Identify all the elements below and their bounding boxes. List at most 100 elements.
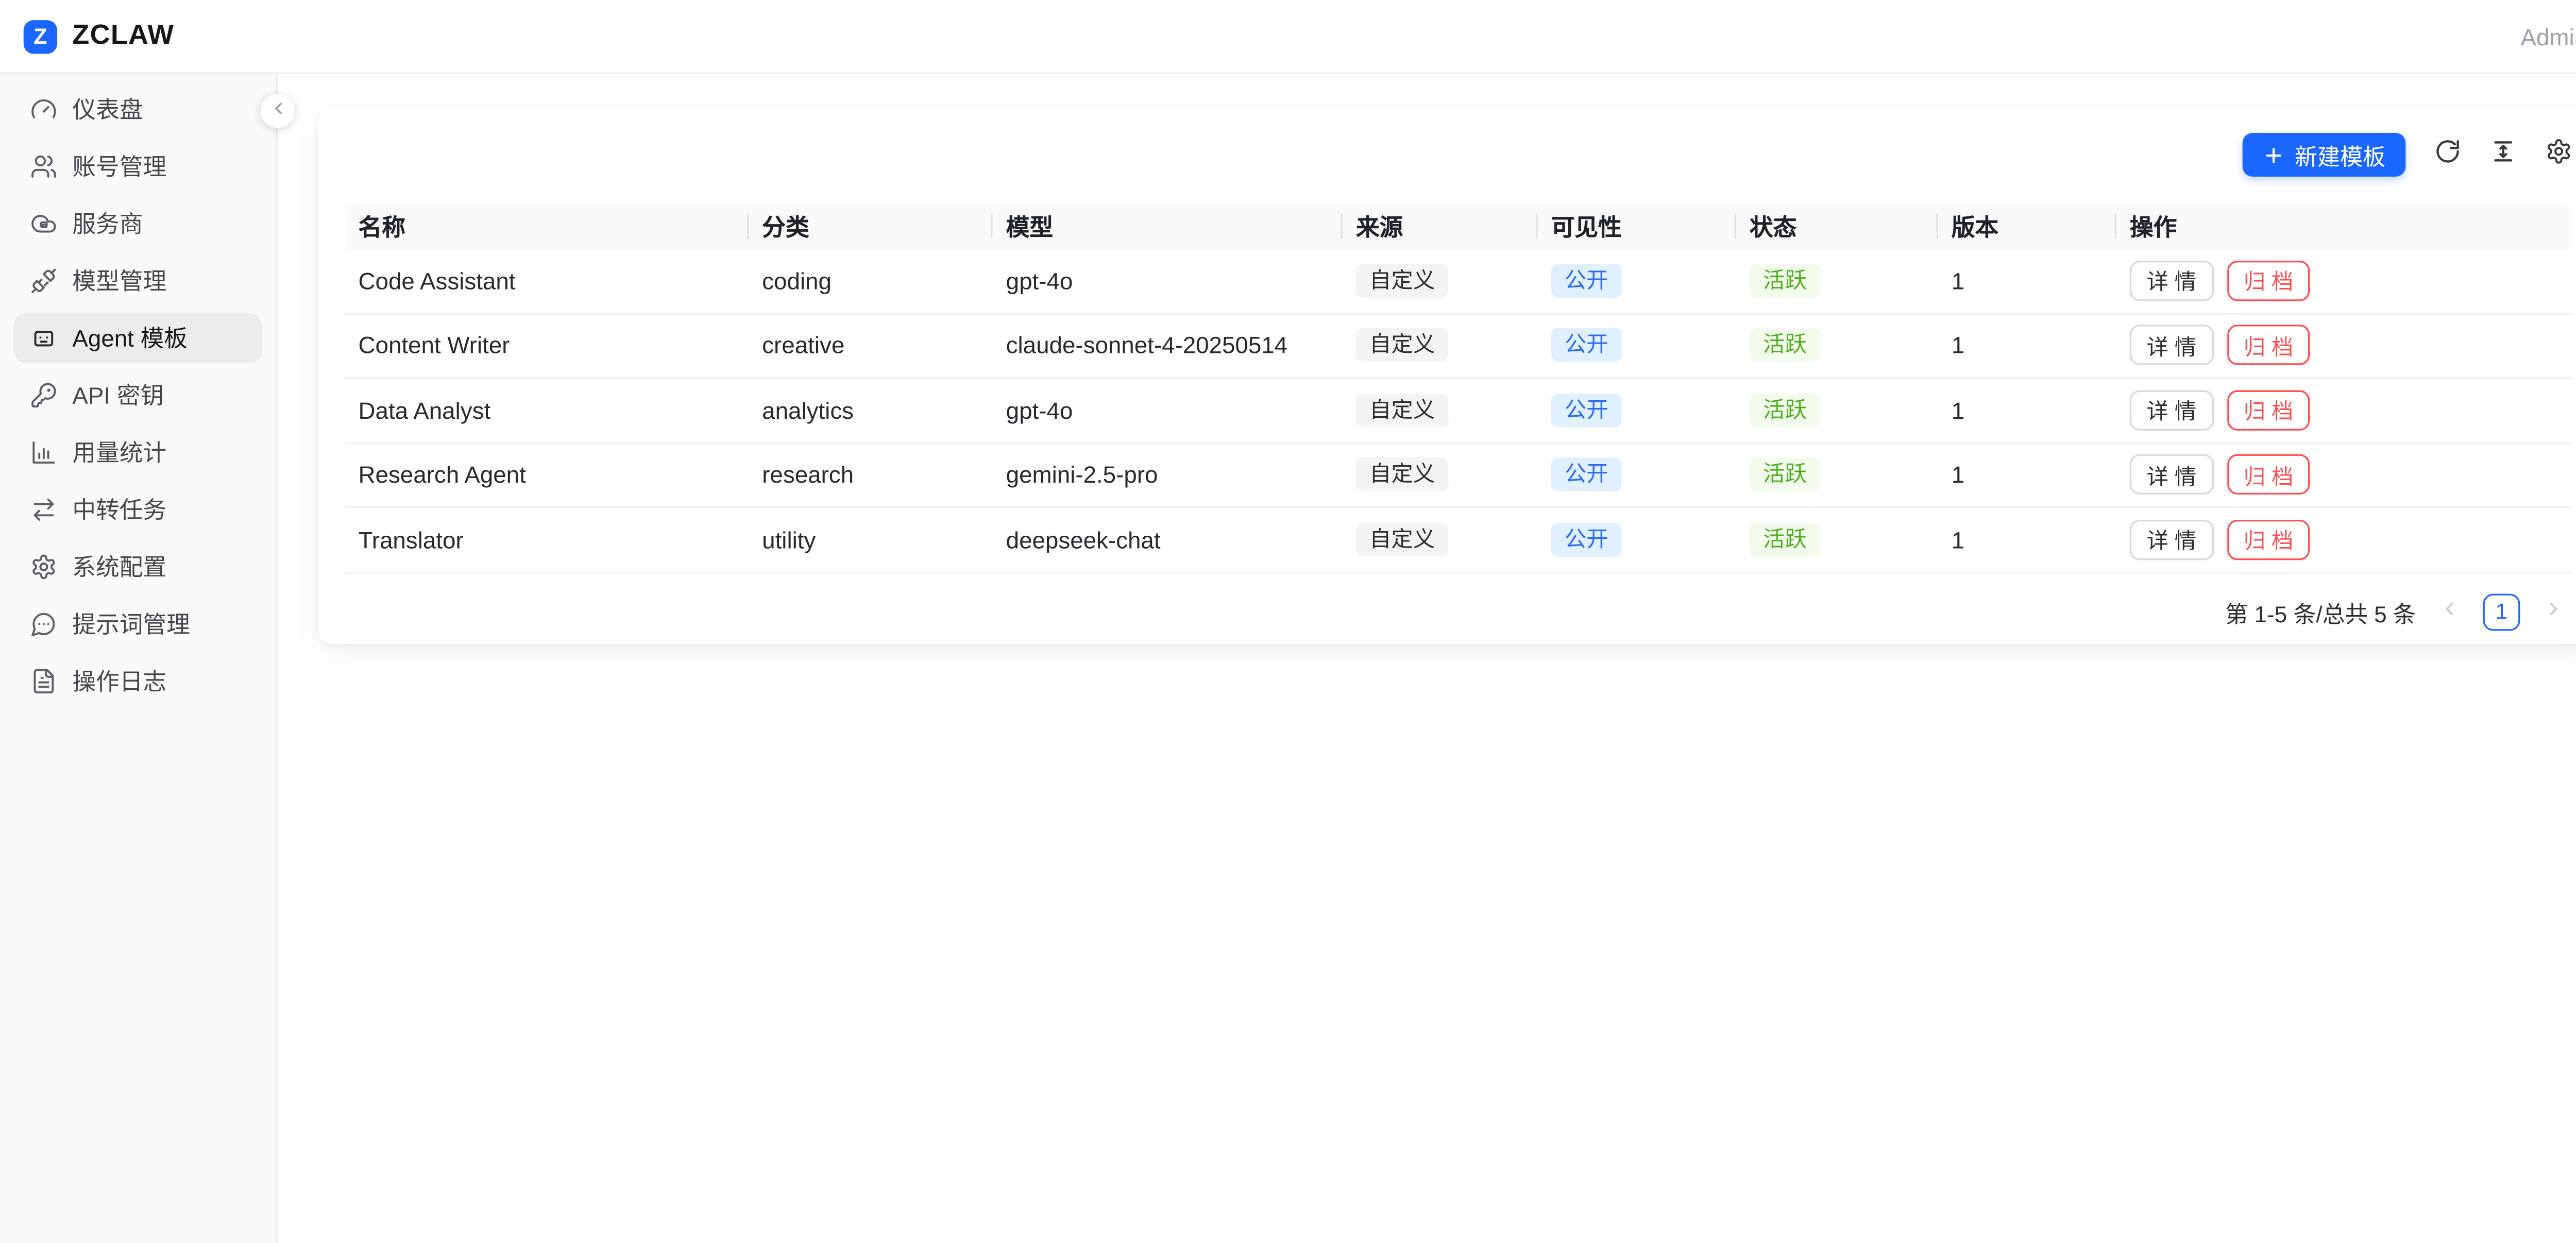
plus-icon: [2263, 144, 2284, 165]
cell-actions: 详 情归 档: [2116, 325, 2572, 365]
column-header-2: 模型: [993, 203, 1343, 249]
detail-button[interactable]: 详 情: [2130, 325, 2213, 365]
cell-source: 自定义: [1343, 329, 1538, 362]
sidebar-item-label: 账号管理: [72, 150, 166, 183]
plug-icon: [30, 267, 57, 294]
detail-button[interactable]: 详 情: [2130, 519, 2213, 559]
cell-source: 自定义: [1343, 393, 1538, 427]
column-header-6: 版本: [1938, 203, 2116, 249]
sidebar-item-relay-tasks[interactable]: 中转任务: [13, 484, 262, 535]
cell-name: Research Agent: [345, 462, 749, 488]
cell-visibility: 公开: [1537, 523, 1736, 556]
table-row: Data Analystanalyticsgpt-4o自定义公开活跃1详 情归 …: [345, 379, 2572, 444]
detail-button[interactable]: 详 情: [2130, 260, 2213, 300]
cell-version: 1: [1938, 526, 2116, 553]
sidebar-item-agent-templates[interactable]: Agent 模板: [13, 313, 262, 363]
users-icon: [30, 153, 57, 180]
bot-icon: [30, 325, 57, 351]
pagination-page-1[interactable]: 1: [2483, 593, 2520, 630]
cell-visibility: 公开: [1537, 329, 1736, 362]
table-header-row: 名称分类模型来源可见性状态版本操作: [345, 203, 2572, 249]
main-layout: 仪表盘账号管理服务商模型管理 Agent 模板 API 密钥用量统计中转任务系统配置…: [0, 74, 2576, 1243]
sidebar-item-label: 用量统计: [72, 436, 166, 469]
status-tag: 活跃: [1750, 523, 1820, 556]
refresh-button[interactable]: [2433, 141, 2462, 169]
chevron-left-icon: [268, 96, 287, 126]
cell-status: 活跃: [1736, 393, 1938, 427]
chevron-left-icon: [2439, 599, 2460, 624]
sidebar-item-label: Agent 模板: [72, 321, 188, 355]
row-density-button[interactable]: [2488, 141, 2517, 169]
message-dots-icon: [30, 610, 57, 637]
sidebar-item-label: 仪表盘: [72, 93, 143, 126]
table-row: Research Agentresearchgemini-2.5-pro 自定义 公…: [345, 443, 2572, 508]
detail-button[interactable]: 详 情: [2130, 390, 2213, 430]
cell-category: creative: [749, 332, 992, 359]
sidebar-item-api-keys[interactable]: API 密钥: [13, 370, 262, 420]
brand-logo-icon: Z: [24, 20, 57, 53]
new-template-button[interactable]: 新建模板: [2243, 133, 2406, 177]
table-settings-button[interactable]: [2544, 141, 2572, 169]
cell-category: analytics: [749, 397, 992, 423]
cell-version: 1: [1938, 397, 2116, 423]
sidebar-item-dashboard[interactable]: 仪表盘: [13, 84, 262, 134]
sidebar-collapse-button[interactable]: [261, 94, 294, 128]
sidebar-item-label: 提示词管理: [72, 607, 190, 641]
column-height-icon: [2489, 137, 2516, 173]
source-tag: 自定义: [1356, 264, 1449, 297]
sidebar-item-usage-stats[interactable]: 用量统计: [13, 427, 262, 478]
cell-category: research: [749, 462, 992, 488]
archive-button[interactable]: 归 档: [2227, 519, 2310, 559]
sidebar-item-accounts[interactable]: 账号管理: [13, 141, 262, 192]
cell-model: gpt-4o: [993, 397, 1343, 423]
user-menu[interactable]: Admin: [2520, 23, 2576, 49]
sidebar-item-providers[interactable]: 服务商: [13, 198, 262, 249]
chart-column-icon: [30, 439, 57, 466]
cell-model: gpt-4o: [993, 267, 1343, 294]
cell-model: claude-sonnet-4-20250514: [993, 332, 1343, 359]
cell-status: 活跃: [1736, 264, 1938, 297]
gear-icon: [30, 553, 57, 580]
sidebar-item-prompt-management[interactable]: 提示词管理: [13, 599, 262, 649]
visibility-tag: 公开: [1551, 523, 1622, 556]
cell-visibility: 公开: [1537, 458, 1736, 491]
archive-button[interactable]: 归 档: [2227, 325, 2310, 365]
pagination-prev-button[interactable]: [2431, 593, 2468, 630]
gauge-icon: [30, 96, 57, 123]
archive-button[interactable]: 归 档: [2227, 260, 2310, 300]
column-header-0: 名称: [345, 203, 749, 249]
app-window: Z ZCLAW Admin 仪表盘账号管理服务商模型管理 Agent 模板 API …: [0, 0, 2576, 1243]
key-icon: [30, 382, 57, 408]
cell-model: gemini-2.5-pro: [993, 462, 1343, 488]
sidebar-item-label: API 密钥: [72, 379, 164, 412]
cell-name: Code Assistant: [345, 267, 749, 294]
source-tag: 自定义: [1356, 458, 1449, 491]
cell-actions: 详 情归 档: [2116, 519, 2572, 559]
archive-button[interactable]: 归 档: [2227, 390, 2310, 430]
cell-name: Translator: [345, 526, 749, 553]
archive-button[interactable]: 归 档: [2227, 454, 2310, 495]
cell-model: deepseek-chat: [993, 526, 1343, 553]
cell-visibility: 公开: [1537, 264, 1736, 297]
table-body: Code Assistantcodinggpt-4o自定义公开活跃1详 情归 档…: [345, 249, 2572, 573]
cell-status: 活跃: [1736, 329, 1938, 362]
table-toolbar: 新建模板: [345, 133, 2572, 177]
column-header-7: 操作: [2116, 203, 2572, 249]
templates-table: 名称分类模型来源可见性状态版本操作 Code Assistantcodinggp…: [345, 203, 2572, 573]
status-tag: 活跃: [1750, 393, 1820, 427]
cell-category: coding: [749, 267, 992, 294]
pagination-next-button[interactable]: [2535, 593, 2572, 630]
sidebar-item-operation-logs[interactable]: 操作日志: [13, 656, 262, 706]
visibility-tag: 公开: [1551, 458, 1622, 491]
detail-button[interactable]: 详 情: [2130, 454, 2213, 495]
cell-category: utility: [749, 526, 992, 553]
brand-name: ZCLAW: [72, 20, 174, 52]
file-text-icon: [30, 668, 57, 694]
column-header-5: 状态: [1736, 203, 1938, 249]
sidebar-item-label: 服务商: [72, 207, 143, 241]
sidebar-item-models[interactable]: 模型管理: [13, 256, 262, 306]
sidebar-item-system-config[interactable]: 系统配置: [13, 541, 262, 592]
status-tag: 活跃: [1750, 329, 1820, 362]
cell-source: 自定义: [1343, 458, 1538, 491]
gear-icon: [2545, 137, 2571, 173]
